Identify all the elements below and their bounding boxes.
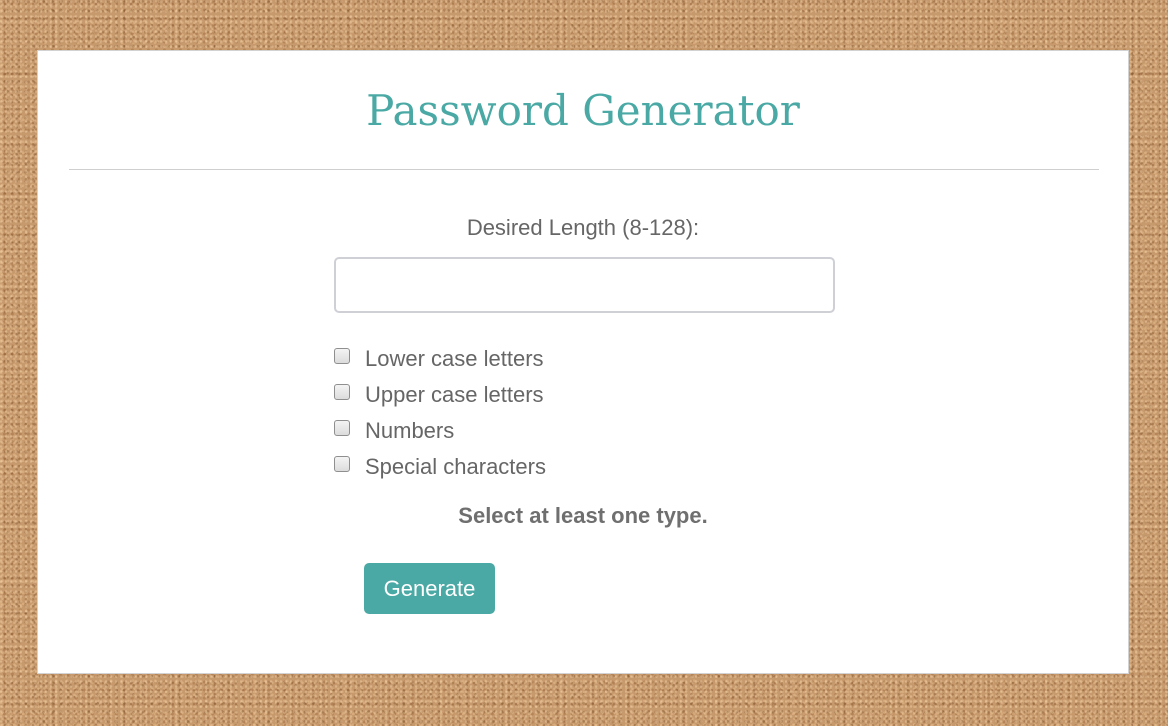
option-numbers[interactable]: Numbers bbox=[334, 413, 546, 449]
lowercase-label: Lower case letters bbox=[365, 346, 544, 371]
numbers-label: Numbers bbox=[365, 418, 455, 443]
character-type-options: Lower case letters Upper case letters Nu… bbox=[334, 341, 546, 485]
uppercase-label: Upper case letters bbox=[365, 382, 544, 407]
generator-card: Password Generator Desired Length (8-128… bbox=[37, 50, 1129, 674]
generate-button[interactable]: Generate bbox=[364, 563, 495, 614]
special-label: Special characters bbox=[365, 454, 546, 479]
numbers-checkbox[interactable] bbox=[334, 420, 350, 436]
special-checkbox[interactable] bbox=[334, 456, 350, 472]
length-label: Desired Length (8-128): bbox=[466, 215, 700, 240]
title-divider bbox=[69, 169, 1099, 170]
lowercase-checkbox[interactable] bbox=[334, 348, 350, 364]
option-lowercase[interactable]: Lower case letters bbox=[334, 341, 546, 377]
uppercase-checkbox[interactable] bbox=[334, 384, 350, 400]
option-uppercase[interactable]: Upper case letters bbox=[334, 377, 546, 413]
option-special[interactable]: Special characters bbox=[334, 449, 546, 485]
length-input[interactable] bbox=[334, 257, 835, 313]
validation-message: Select at least one type. bbox=[458, 503, 708, 528]
page-title: Password Generator bbox=[366, 86, 800, 135]
